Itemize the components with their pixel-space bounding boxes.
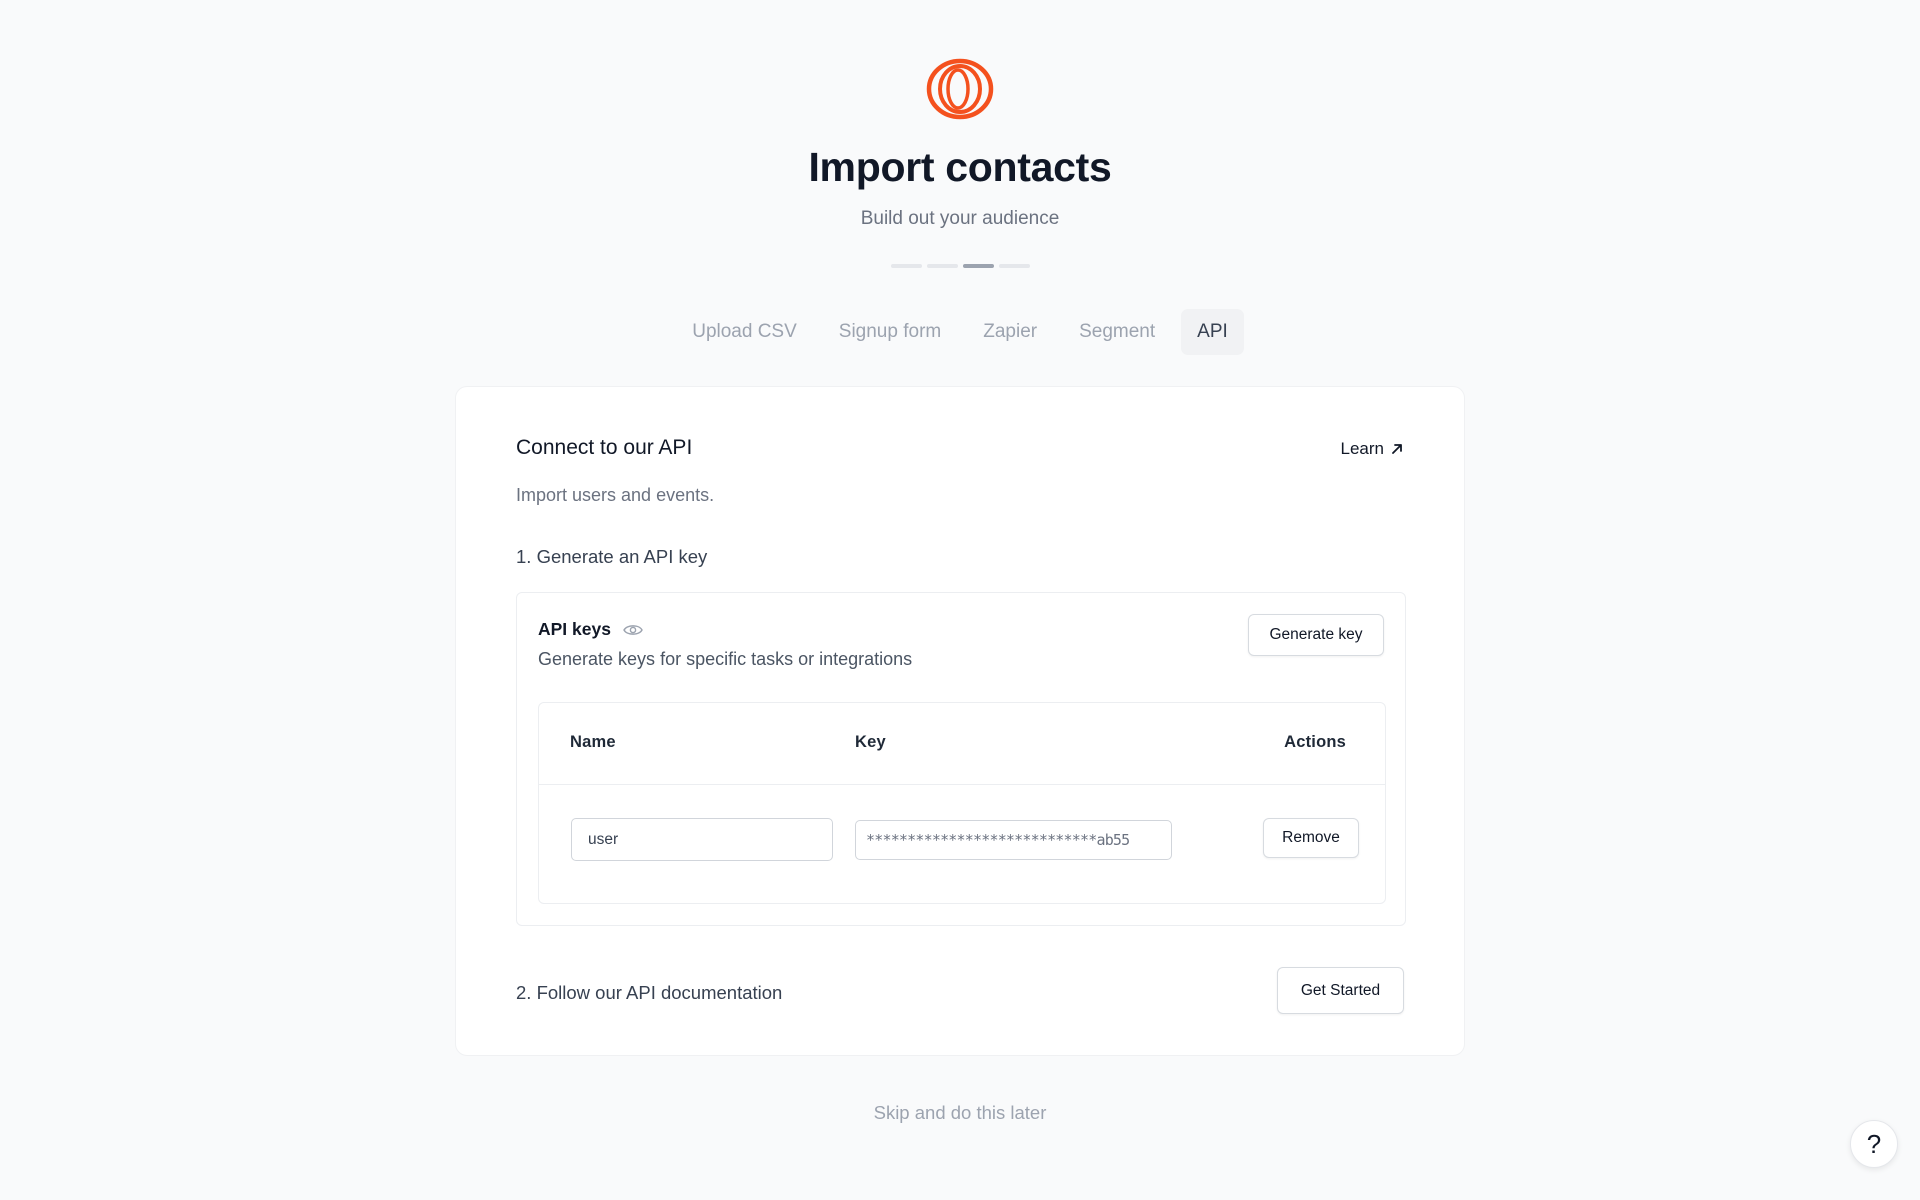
- page-title: Import contacts: [808, 144, 1112, 190]
- tab-segment[interactable]: Segment: [1063, 309, 1171, 355]
- column-header-key: Key: [855, 733, 886, 751]
- key-name-input[interactable]: [571, 818, 833, 861]
- api-keys-title: API keys: [538, 619, 611, 639]
- arrow-up-right-icon: [1392, 444, 1402, 454]
- get-started-button[interactable]: Get Started: [1277, 967, 1404, 1014]
- api-key-field[interactable]: ****************************ab55: [855, 820, 1172, 860]
- column-header-actions: Actions: [1284, 733, 1346, 751]
- api-keys-panel: API keys Generate keys for specific task…: [516, 592, 1406, 926]
- progress-steps: [891, 264, 1030, 268]
- progress-step-3: [963, 264, 994, 268]
- progress-step-4: [999, 264, 1030, 268]
- progress-step-2: [927, 264, 958, 268]
- remove-key-button[interactable]: Remove: [1263, 818, 1359, 858]
- api-keys-description: Generate keys for specific tasks or inte…: [538, 649, 913, 669]
- table-divider: [539, 784, 1385, 785]
- tab-upload-csv[interactable]: Upload CSV: [676, 309, 813, 355]
- step-2-label: 2. Follow our API documentation: [516, 982, 783, 1003]
- tab-api[interactable]: API: [1181, 309, 1244, 355]
- api-keys-table: Name Key Actions ***********************…: [538, 702, 1386, 904]
- tab-signup-form[interactable]: Signup form: [823, 309, 957, 355]
- card-title: Connect to our API: [516, 436, 693, 459]
- learn-link-label: Learn: [1340, 439, 1384, 458]
- import-method-tabs: Upload CSV Signup form Zapier Segment AP…: [0, 309, 1920, 355]
- api-card: Connect to our API Learn Import users an…: [455, 386, 1465, 1056]
- card-description: Import users and events.: [516, 485, 715, 505]
- help-button[interactable]: ?: [1850, 1120, 1898, 1168]
- progress-step-1: [891, 264, 922, 268]
- learn-link[interactable]: Learn: [1341, 439, 1404, 459]
- page-subtitle: Build out your audience: [860, 208, 1060, 229]
- tab-zapier[interactable]: Zapier: [967, 309, 1053, 355]
- brand-logo-icon: [926, 58, 994, 120]
- column-header-name: Name: [570, 733, 616, 751]
- api-keys-heading: API keys: [538, 619, 643, 640]
- generate-key-button[interactable]: Generate key: [1248, 614, 1384, 656]
- skip-link[interactable]: Skip and do this later: [0, 1102, 1920, 1124]
- step-1-label: 1. Generate an API key: [516, 546, 708, 567]
- eye-icon[interactable]: [623, 623, 643, 637]
